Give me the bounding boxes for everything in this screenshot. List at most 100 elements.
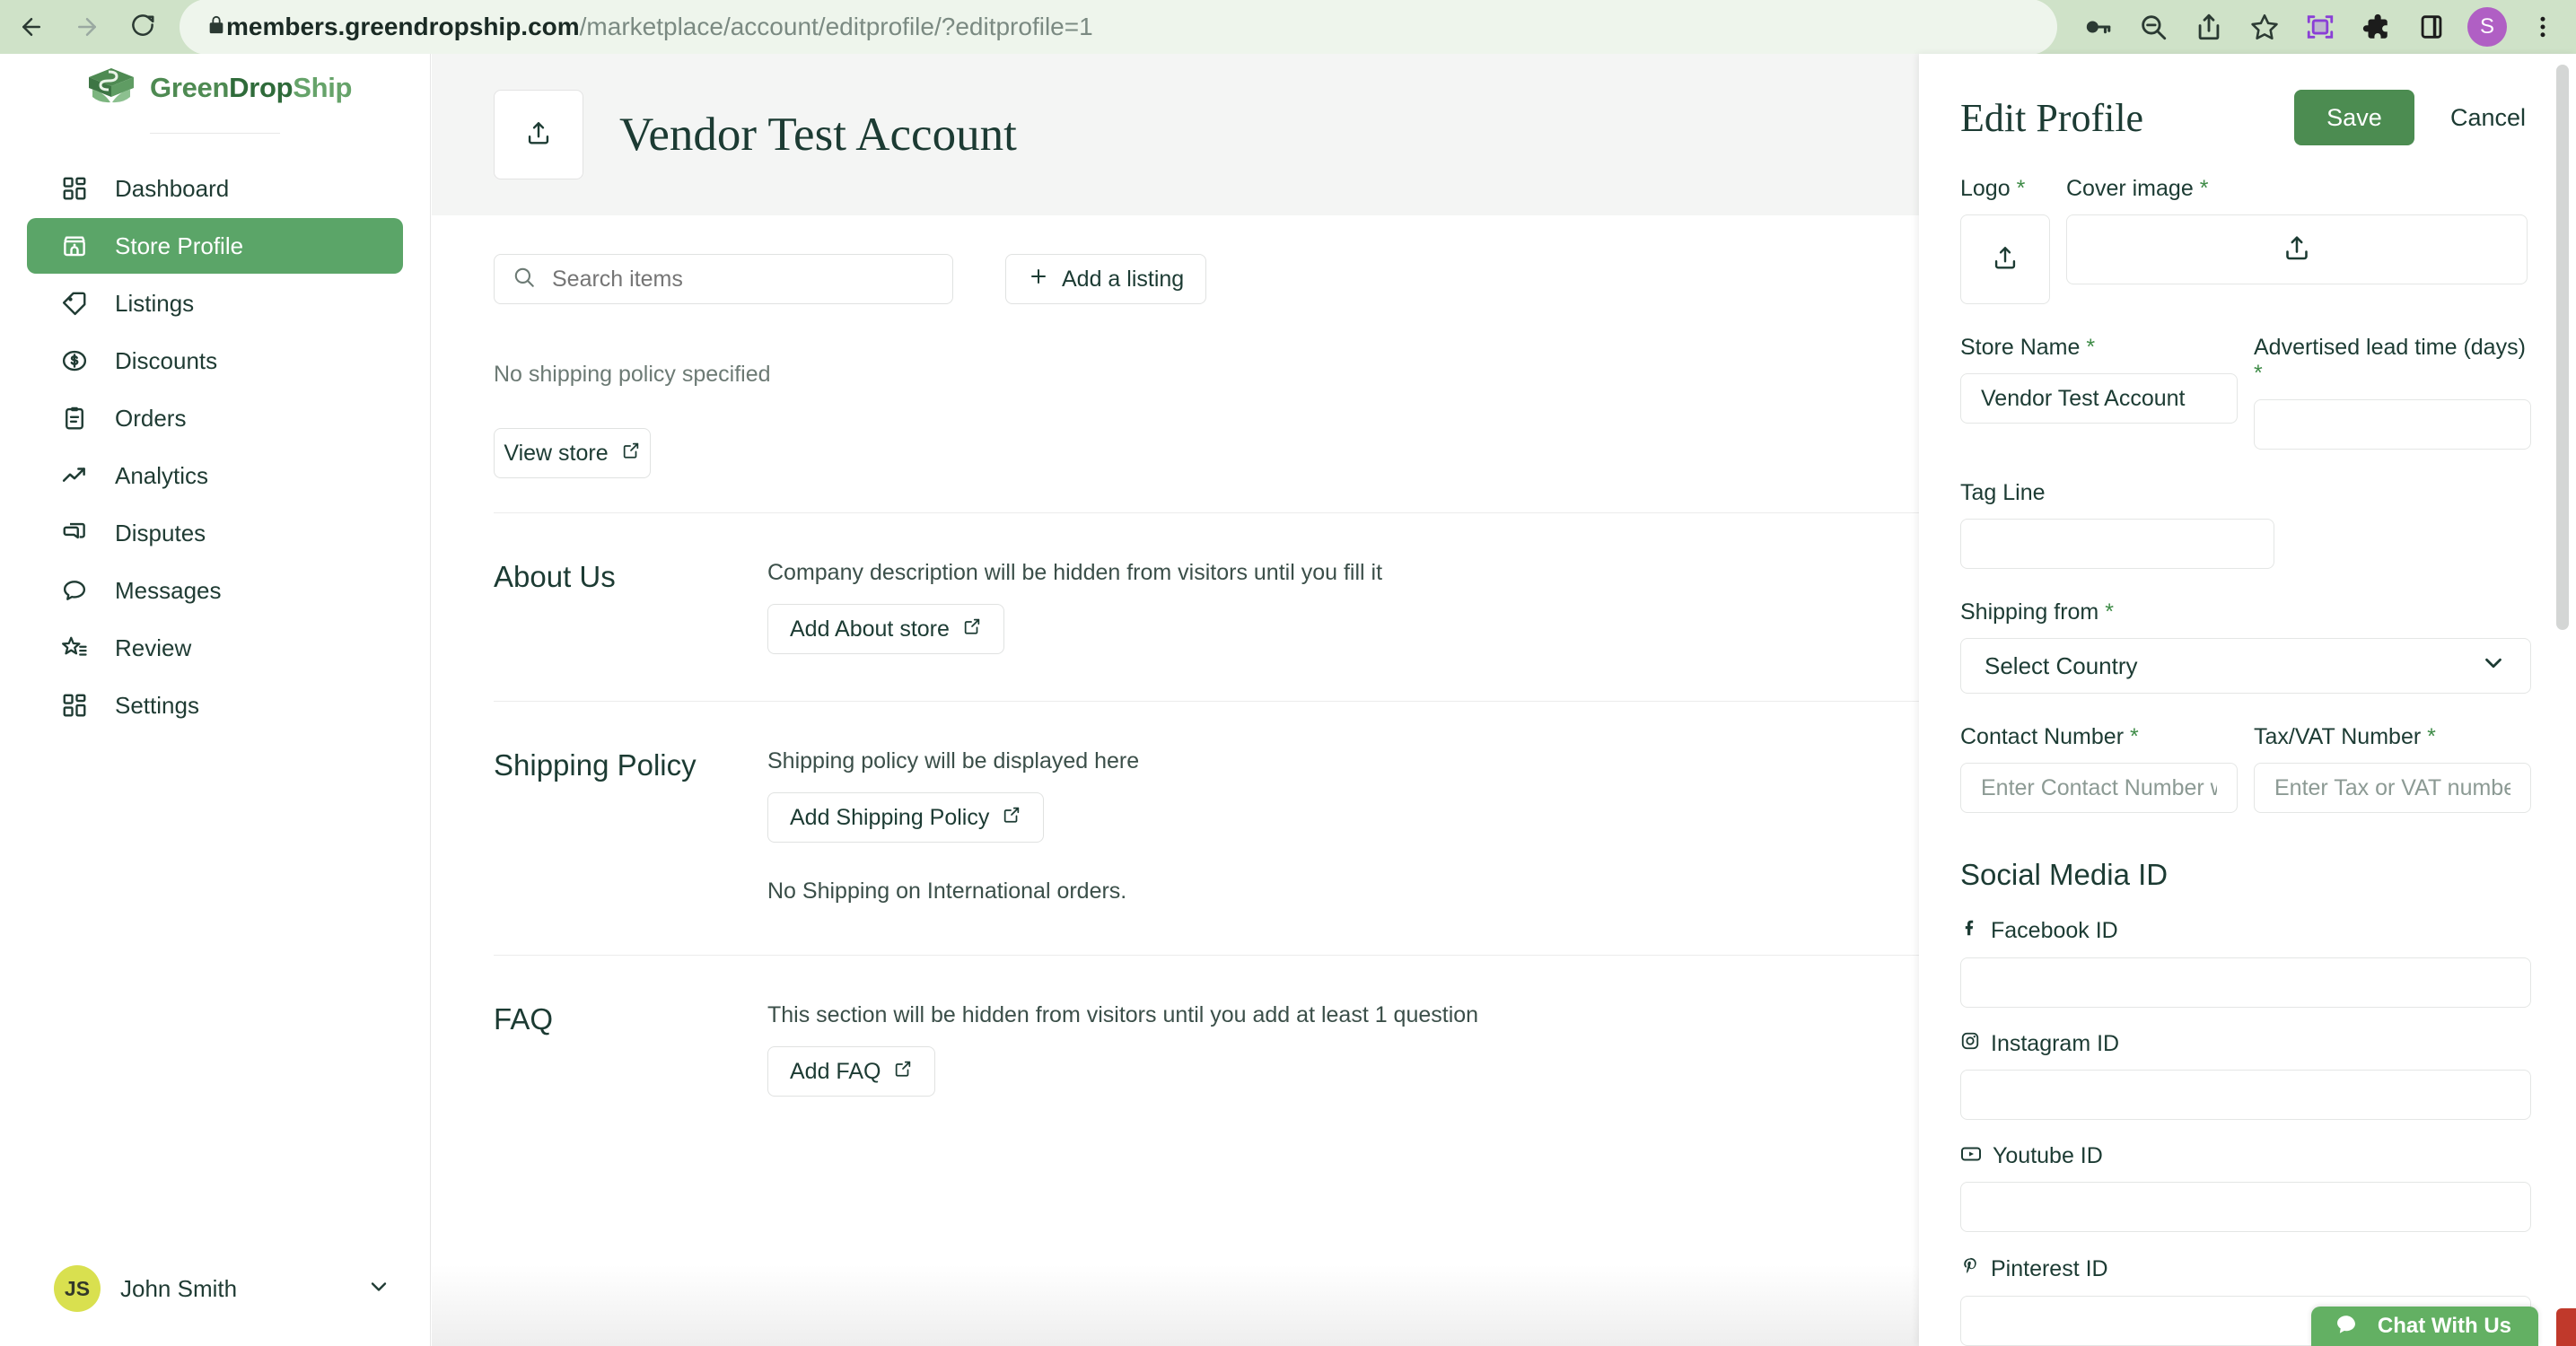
tag-line-input[interactable] <box>1960 519 2274 569</box>
url-text: members.greendropship.com/marketplace/ac… <box>226 13 1093 40</box>
tax-number-input[interactable] <box>2254 763 2531 813</box>
instagram-id-input[interactable] <box>1960 1070 2531 1120</box>
section-note: This section will be hidden from visitor… <box>767 1002 1479 1027</box>
facebook-id-label: Facebook ID <box>1960 917 2531 945</box>
youtube-id-input[interactable] <box>1960 1182 2531 1232</box>
pinterest-id-label: Pinterest ID <box>1960 1255 2531 1283</box>
address-bar[interactable]: members.greendropship.com/marketplace/ac… <box>180 0 2057 55</box>
contact-number-input[interactable] <box>1960 763 2238 813</box>
chat-dispute-icon <box>61 520 99 546</box>
plus-icon <box>1028 266 1049 293</box>
store-logo-upload[interactable] <box>494 90 583 179</box>
add-shipping-policy-button[interactable]: Add Shipping Policy <box>767 792 1045 843</box>
chat-side-tab[interactable] <box>2556 1308 2576 1346</box>
save-button[interactable]: Save <box>2293 90 2414 145</box>
back-button[interactable] <box>7 3 56 51</box>
sidebar-item-disputes[interactable]: Disputes <box>27 505 403 561</box>
panel-scrollbar[interactable] <box>2556 65 2569 630</box>
social-label-text: Facebook ID <box>1991 918 2118 943</box>
section-body: Company description will be hidden from … <box>767 560 2037 654</box>
view-store-label: View store <box>504 440 609 466</box>
share-icon[interactable] <box>2181 0 2237 55</box>
tag-icon <box>61 290 99 317</box>
youtube-icon <box>1960 1143 1982 1169</box>
required-asterisk: * <box>2086 335 2096 360</box>
sidebar-item-label: Discounts <box>115 346 218 374</box>
extensions-puzzle-icon[interactable] <box>2348 0 2404 55</box>
name-leadtime-row: Store Name * Advertised lead time (days)… <box>1960 335 2531 450</box>
panel-title: Edit Profile <box>1960 95 2144 140</box>
chat-widget[interactable]: Chat With Us <box>2310 1307 2538 1346</box>
lead-time-label: Advertised lead time (days) * <box>2254 335 2531 387</box>
sidebar-item-dashboard[interactable]: Dashboard <box>27 161 403 216</box>
brand-part-drop: Drop <box>229 72 294 103</box>
browser-profile-avatar[interactable]: S <box>2467 7 2507 47</box>
sidebar-divider <box>150 133 280 134</box>
required-asterisk: * <box>2016 176 2026 201</box>
browser-toolbar: S <box>2070 0 2576 55</box>
screenshot-capture-icon[interactable] <box>2292 0 2348 55</box>
external-link-icon <box>621 441 641 467</box>
section-shipping-policy: Shipping Policy Shipping policy will be … <box>494 702 2037 905</box>
page-title: Vendor Test Account <box>619 109 1017 161</box>
grid-dashboard-icon <box>61 175 99 202</box>
user-profile-menu[interactable]: JS John Smith <box>0 1265 431 1312</box>
brand-text: GreenDropShip <box>150 72 353 104</box>
store-name-label-text: Store Name <box>1960 335 2081 360</box>
app-root: GreenDropShip Dashboard Store Profile Li… <box>0 54 2576 1346</box>
facebook-id-input[interactable] <box>1960 957 2531 1008</box>
cancel-button[interactable]: Cancel <box>2445 103 2531 133</box>
add-listing-button[interactable]: Add a listing <box>1005 254 1207 304</box>
three-dot-menu-icon[interactable] <box>2515 0 2571 55</box>
side-panel-icon[interactable] <box>2404 0 2459 55</box>
sidebar-item-analytics[interactable]: Analytics <box>27 448 403 503</box>
facebook-icon <box>1960 917 1980 945</box>
store-name-input[interactable] <box>1960 373 2238 424</box>
back-arrow-icon <box>18 13 45 40</box>
lead-time-field: Advertised lead time (days) * <box>2254 335 2531 450</box>
search-input[interactable] <box>550 265 934 293</box>
sidebar-item-settings[interactable]: Settings <box>27 677 403 733</box>
add-faq-button[interactable]: Add FAQ <box>767 1046 936 1097</box>
sidebar-item-store-profile[interactable]: Store Profile <box>27 218 403 274</box>
add-about-store-button[interactable]: Add About store <box>767 604 1004 654</box>
instagram-id-field: Instagram ID <box>1960 1031 2531 1120</box>
cover-upload-box[interactable] <box>2066 214 2528 284</box>
reload-button[interactable] <box>118 3 167 51</box>
brand-logo[interactable]: GreenDropShip <box>0 54 430 122</box>
external-link-icon <box>1002 805 1021 831</box>
sidebar-item-label: Dashboard <box>115 174 230 202</box>
store-name-label: Store Name * <box>1960 335 2238 361</box>
search-box[interactable] <box>494 254 953 304</box>
sidebar-item-listings[interactable]: Listings <box>27 275 403 331</box>
sidebar-nav: Dashboard Store Profile Listings Discoun… <box>0 161 430 733</box>
sidebar-item-orders[interactable]: Orders <box>27 390 403 446</box>
bookmark-star-icon[interactable] <box>2237 0 2292 55</box>
cover-label-text: Cover image <box>2066 176 2194 201</box>
password-key-icon[interactable] <box>2070 0 2125 55</box>
section-note: Shipping policy will be displayed here <box>767 748 1140 774</box>
sidebar-item-label: Analytics <box>115 461 209 489</box>
brand-part-green: Green <box>150 72 230 103</box>
edit-profile-panel: Edit Profile Save Cancel Logo * Cover im… <box>1919 54 2576 1346</box>
avatar-initials: JS <box>64 1276 91 1300</box>
sidebar-item-discounts[interactable]: Discounts <box>27 333 403 389</box>
logo-upload-box[interactable] <box>1960 214 2050 304</box>
social-label-text: Pinterest ID <box>1991 1256 2108 1281</box>
sidebar-item-review[interactable]: Review <box>27 620 403 676</box>
forward-button[interactable] <box>63 3 111 51</box>
section-title: About Us <box>494 560 616 593</box>
view-store-button[interactable]: View store <box>494 428 651 478</box>
chevron-down-icon[interactable] <box>366 1274 391 1304</box>
sidebar-item-label: Orders <box>115 404 187 432</box>
section-body: Shipping policy will be displayed here A… <box>767 748 2037 905</box>
lead-time-input[interactable] <box>2254 399 2531 450</box>
sidebar-item-messages[interactable]: Messages <box>27 563 403 618</box>
zoom-out-icon[interactable] <box>2125 0 2181 55</box>
speech-bubble-icon <box>61 577 99 604</box>
sidebar-item-label: Disputes <box>115 519 206 546</box>
section-note-secondary: No Shipping on International orders. <box>767 878 1127 904</box>
shipping-from-select[interactable]: Select Country <box>1960 638 2531 694</box>
lead-time-label-text: Advertised lead time (days) <box>2254 335 2526 360</box>
clipboard-icon <box>61 405 99 432</box>
